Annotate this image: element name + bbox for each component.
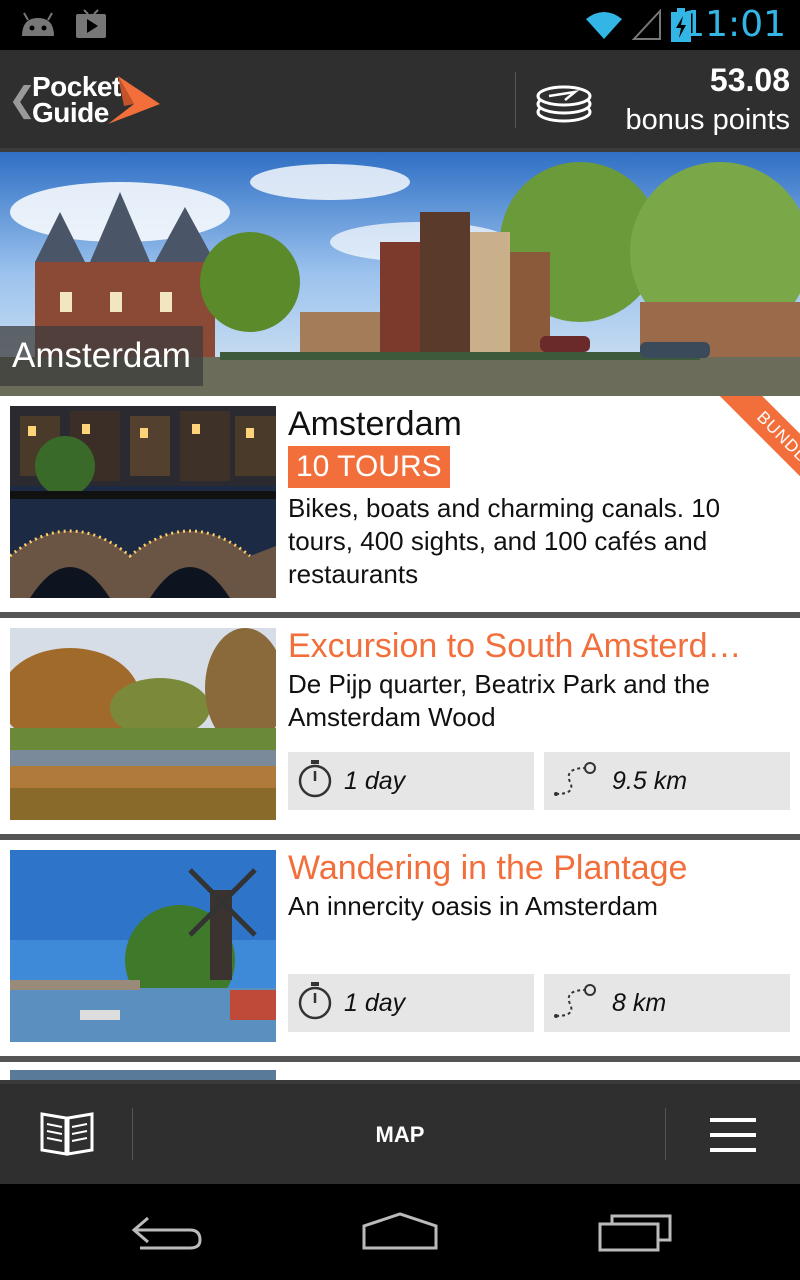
tour-card[interactable]: Wandering in the Plantage An innercity o… [0, 840, 800, 1062]
recent-apps-icon[interactable] [598, 1212, 674, 1257]
clock: 11:01 [682, 4, 786, 45]
tour-thumbnail [10, 1070, 276, 1080]
tour-title: Wandering in the Plantage [288, 850, 688, 886]
distance-value: 8 km [612, 988, 667, 1017]
tour-thumbnail [10, 406, 276, 598]
home-icon[interactable] [360, 1212, 440, 1257]
tour-title: Excursion to South Amsterd… [288, 628, 742, 664]
route-icon [552, 980, 602, 1027]
stopwatch-icon [296, 758, 334, 805]
city-banner[interactable]: Amsterdam [0, 152, 800, 396]
tour-thumbnail [10, 628, 276, 820]
app-header: ❮ Pocket Guide 53.08 bonus points [0, 50, 800, 152]
tour-card[interactable]: Excursion to South Amsterd… De Pijp quar… [0, 618, 800, 840]
bundle-ribbon: BUNDLE [696, 396, 800, 496]
logo-arrow-icon [104, 74, 162, 131]
book-icon[interactable] [38, 1108, 96, 1161]
header-divider [515, 72, 516, 128]
menu-icon[interactable] [710, 1116, 758, 1159]
tour-info: Wandering in the Plantage An innercity o… [288, 850, 790, 923]
points-label: bonus points [625, 104, 790, 136]
map-button[interactable]: MAP [350, 1122, 450, 1148]
tour-stats: 1 day 9.5 km [288, 752, 790, 810]
tour-info: Excursion to South Amsterd… De Pijp quar… [288, 628, 790, 734]
tour-description: An innercity oasis in Amsterdam [288, 891, 658, 921]
tours-count-badge: 10 TOURS [288, 446, 450, 488]
duration-value: 1 day [344, 988, 406, 1017]
city-name: Amsterdam [0, 326, 203, 386]
signal-icon [631, 8, 662, 46]
status-bar: 11:01 [0, 0, 800, 50]
android-icon [18, 8, 58, 45]
tour-list[interactable]: Amsterdam Amsterdam 10 TOURS Bikes, boat… [0, 152, 800, 1080]
stopwatch-icon [296, 980, 334, 1027]
toolbar-divider [665, 1108, 666, 1160]
tour-card-peek[interactable] [0, 1062, 800, 1080]
coins-icon[interactable] [535, 78, 593, 129]
back-icon[interactable] [130, 1212, 204, 1257]
bundle-label: BUNDLE [718, 396, 800, 496]
tour-thumbnail [10, 850, 276, 1042]
points-value: 53.08 [709, 62, 790, 98]
distance-value: 9.5 km [612, 766, 688, 795]
tour-description: Bikes, boats and charming canals. 10 tou… [288, 493, 721, 589]
toolbar-divider [132, 1108, 133, 1160]
duration-stat: 1 day [288, 752, 534, 810]
distance-stat: 9.5 km [544, 752, 790, 810]
tour-stats: 1 day 8 km [288, 974, 790, 1032]
wifi-icon [584, 9, 624, 46]
tour-card-bundle[interactable]: Amsterdam 10 TOURS Bikes, boats and char… [0, 396, 800, 618]
duration-value: 1 day [344, 766, 406, 795]
distance-stat: 8 km [544, 974, 790, 1032]
tour-description: De Pijp quarter, Beatrix Park and the Am… [288, 669, 711, 732]
system-nav-bar [0, 1184, 800, 1280]
bottom-toolbar: MAP [0, 1080, 800, 1184]
route-icon [552, 758, 602, 805]
duration-stat: 1 day [288, 974, 534, 1032]
play-store-icon [74, 8, 108, 45]
